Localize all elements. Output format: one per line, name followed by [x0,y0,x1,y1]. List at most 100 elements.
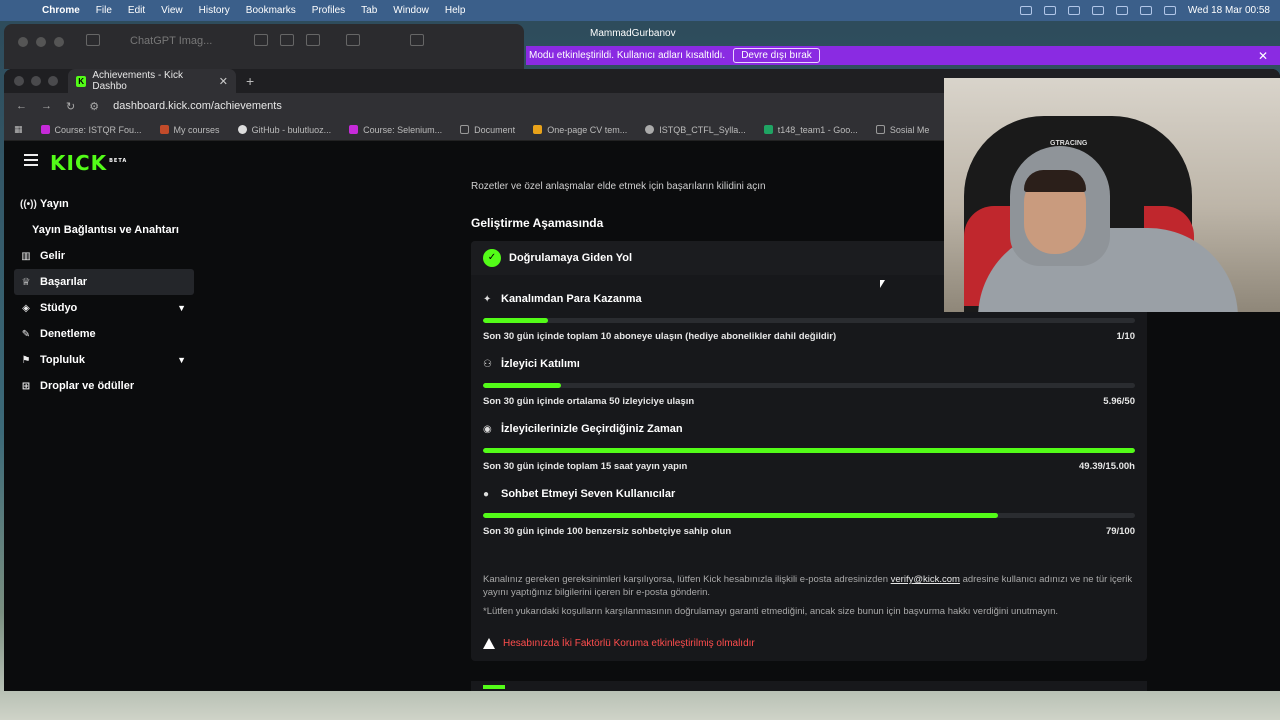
person-hair [1024,170,1086,192]
bookmark-favicon-icon [349,125,359,134]
bookmark-item[interactable]: Course: Selenium... [349,125,442,135]
image-icon[interactable] [410,34,424,46]
two-factor-warning: Hesabınızda İki Faktörlü Koruma etkinleş… [483,638,755,649]
tray-icon[interactable] [1043,6,1056,15]
goal-description: Son 30 gün içinde toplam 10 aboneye ulaş… [483,331,837,342]
sidebar-item-gelir[interactable]: ▥ Gelir [14,243,194,269]
reload-icon[interactable]: ↻ [66,100,75,113]
menu-app-name[interactable]: Chrome [34,5,88,16]
tray-icon[interactable] [1067,6,1080,15]
progress-fill [483,513,999,518]
markup-icon[interactable] [346,34,360,46]
sidebar-item-droplar[interactable]: ⊞ Droplar ve ödüller [14,373,194,399]
background-window[interactable]: ChatGPT Imag... [4,24,524,69]
search-icon[interactable] [306,34,320,46]
folder-icon [875,125,885,134]
bookmark-item[interactable]: My courses [159,125,220,135]
apps-icon[interactable]: ▦ [14,124,23,135]
sidebar-item-stream-key[interactable]: Yayın Bağlantısı ve Anahtarı [14,217,194,243]
zoom-out-icon[interactable] [254,34,268,46]
notification-text: Modu etkinleştirildi. Kullanıcı adları k… [529,50,726,61]
chevron-down-icon[interactable]: ▼ [177,355,186,365]
sidebar: KICK BETA ((•)) Yayın Yayın Bağlantısı ve … [14,141,194,691]
tab-achievements[interactable]: K Achievements - Kick Dashbo ✕ [68,69,236,93]
desktop: Chrome File Edit View History Bookmarks … [0,0,1280,720]
control-center-icon[interactable] [1163,6,1176,15]
wifi-icon[interactable] [1115,6,1128,15]
broadcast-icon: ◉ [483,423,492,435]
forward-icon[interactable]: → [41,100,52,112]
goal-value: 79/100 [1105,526,1135,537]
mouse-cursor-icon [880,280,885,288]
zoom-in-icon[interactable] [280,34,294,46]
menu-view[interactable]: View [153,5,191,16]
goal-description: Son 30 gün içinde toplam 15 saat yayın y… [483,461,688,472]
menu-tab[interactable]: Tab [353,5,385,16]
sidebar-item-yayin[interactable]: ((•)) Yayın [14,191,194,217]
battery-icon[interactable] [1139,6,1152,15]
goal-value: 49.39/15.00h [1079,461,1135,472]
sidebar-item-studyo[interactable]: ◈ Stüdyo ▼ [14,295,194,321]
sidebar-toggle-icon[interactable] [86,34,100,46]
window-zoom-dot[interactable] [54,37,64,47]
menu-window[interactable]: Window [385,5,437,16]
progress-fill [483,318,549,323]
bookmark-item[interactable]: One-page CV tem... [533,125,627,135]
menu-edit[interactable]: Edit [120,5,153,16]
community-icon: ⚑ [21,354,31,366]
goal-description: Son 30 gün içinde 100 benzersiz sohbetçi… [483,526,732,537]
bookmark-item[interactable]: ISTQB_CTFL_Sylla... [645,125,746,135]
bookmark-favicon-icon [40,125,50,134]
tray-icon[interactable] [1019,6,1032,15]
window-zoom-dot[interactable] [48,76,58,86]
url-field[interactable]: dashboard.kick.com/achievements [113,100,282,112]
close-tab-icon[interactable]: ✕ [219,75,228,88]
notification-banner: Modu etkinleştirildi. Kullanıcı adları k… [526,46,1280,65]
goal-description: Son 30 gün içinde ortalama 50 izleyiciye… [483,396,695,407]
window-close-dot[interactable] [14,76,24,86]
verify-email-link[interactable]: verify@kick.com [891,574,960,585]
page-intro: Rozetler ve özel anlaşmalar elde etmek i… [471,181,766,192]
layers-icon: ◈ [22,302,30,314]
sidebar-item-basarilar[interactable]: ♕ Başarılar [14,269,194,295]
goal-value: 5.96/50 [1103,396,1135,407]
progress-bar [483,383,1135,388]
new-tab-icon[interactable]: + [236,73,254,89]
window-close-dot[interactable] [18,37,28,47]
disable-button[interactable]: Devre dışı bırak [733,48,820,63]
sidebar-nav: ((•)) Yayın Yayın Bağlantısı ve Anahtarı … [14,191,194,399]
sidebar-item-denetleme[interactable]: ✎ Denetleme [14,321,194,347]
mac-menubar: Chrome File Edit View History Bookmarks … [0,0,1280,21]
bookmark-item[interactable]: Sosial Me [875,125,929,135]
close-icon[interactable]: ✕ [1258,49,1268,63]
menubar-status-area: Wed 18 Mar 00:58 [1019,5,1280,16]
chevron-down-icon[interactable]: ▼ [177,303,186,313]
tab-title: Achievements - Kick Dashbo [92,70,183,92]
bookmark-item[interactable]: GitHub - bulutluoz... [237,125,331,135]
github-icon [237,125,247,134]
progress-bar [483,448,1135,453]
bookmark-item[interactable]: t148_team1 - Goo... [763,125,858,135]
bookmark-item[interactable]: Course: ISTQR Fou... [40,125,142,135]
menu-history[interactable]: History [191,5,238,16]
window-minimize-dot[interactable] [31,76,41,86]
menu-bookmarks[interactable]: Bookmarks [238,5,304,16]
site-info-icon[interactable]: ⚙ [89,100,99,113]
bookmark-item[interactable]: Document [460,125,515,135]
sidebar-item-topluluk[interactable]: ⚑ Topluluk ▼ [14,347,194,373]
trophy-icon: ♕ [21,276,31,288]
back-icon[interactable]: ← [16,100,27,112]
menu-file[interactable]: File [88,5,120,16]
screen-share-bar: MammadGurbanov [540,24,1280,42]
goal-title: Sohbet Etmeyi Seven Kullanıcılar [501,488,676,500]
kick-logo[interactable]: KICK BETA [50,151,127,175]
menu-help[interactable]: Help [437,5,474,16]
tray-icon[interactable] [1091,6,1104,15]
goal-item: ● Sohbet Etmeyi Seven Kullanıcılar Son 30… [483,488,1135,537]
background-window-title: ChatGPT Imag... [130,35,213,47]
hamburger-menu-icon[interactable] [24,154,38,169]
verified-badge-icon: ✓ [483,249,501,267]
menubar-clock[interactable]: Wed 18 Mar 00:58 [1188,5,1270,16]
window-minimize-dot[interactable] [36,37,46,47]
menu-profiles[interactable]: Profiles [304,5,353,16]
